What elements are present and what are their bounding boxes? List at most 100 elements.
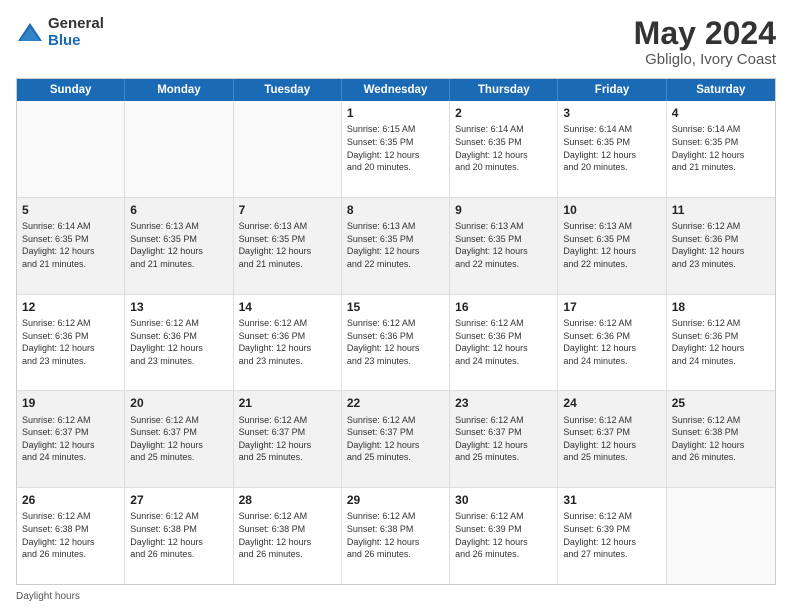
- day-number: 24: [563, 395, 660, 411]
- day-number: 12: [22, 299, 119, 315]
- day-info: Sunrise: 6:12 AM Sunset: 6:36 PM Dayligh…: [672, 220, 770, 270]
- calendar-cell: 30Sunrise: 6:12 AM Sunset: 6:39 PM Dayli…: [450, 488, 558, 584]
- calendar-cell: 27 Sunrise: 6:12 AM Sunset: 6:38 PM Dayli…: [125, 488, 233, 584]
- calendar-cell: 7 Sunrise: 6:13 AM Sunset: 6:35 PM Daylig…: [234, 198, 342, 294]
- calendar-cell: 9 Sunrise: 6:13 AM Sunset: 6:35 PM Daylig…: [450, 198, 558, 294]
- day-info: Sunrise: 6:12 AM Sunset: 6:37 PM Dayligh…: [239, 414, 336, 464]
- calendar-cell: [125, 101, 233, 197]
- weekday-header: Sunday: [17, 79, 125, 101]
- day-number: 16: [455, 299, 552, 315]
- day-number: 9: [455, 202, 552, 218]
- day-number: 13: [130, 299, 227, 315]
- day-info: Sunrise: 6:13 AM Sunset: 6:35 PM Dayligh…: [455, 220, 552, 270]
- calendar-cell: 15 Sunrise: 6:12 AM Sunset: 6:36 PM Dayli…: [342, 295, 450, 391]
- calendar-cell: [17, 101, 125, 197]
- day-info: Sunrise: 6:12 AM Sunset: 6:37 PM Dayligh…: [347, 414, 444, 464]
- calendar-row: 12 Sunrise: 6:12 AM Sunset: 6:36 PM Dayli…: [17, 294, 775, 391]
- calendar-cell: 11Sunrise: 6:12 AM Sunset: 6:36 PM Dayli…: [667, 198, 775, 294]
- calendar-cell: 14 Sunrise: 6:12 AM Sunset: 6:36 PM Dayli…: [234, 295, 342, 391]
- calendar-cell: 17 Sunrise: 6:12 AM Sunset: 6:36 PM Dayli…: [558, 295, 666, 391]
- day-number: 2: [455, 105, 552, 121]
- calendar-row: 1 Sunrise: 6:15 AM Sunset: 6:35 PM Daylig…: [17, 101, 775, 197]
- day-info: Sunrise: 6:14 AM Sunset: 6:35 PM Dayligh…: [672, 123, 770, 173]
- calendar-cell: 25Sunrise: 6:12 AM Sunset: 6:38 PM Dayli…: [667, 391, 775, 487]
- calendar-row: 26Sunrise: 6:12 AM Sunset: 6:38 PM Dayli…: [17, 487, 775, 584]
- day-number: 29: [347, 492, 444, 508]
- calendar-cell: 4 Sunrise: 6:14 AM Sunset: 6:35 PM Daylig…: [667, 101, 775, 197]
- calendar-cell: 28Sunrise: 6:12 AM Sunset: 6:38 PM Dayli…: [234, 488, 342, 584]
- calendar-cell: 23Sunrise: 6:12 AM Sunset: 6:37 PM Dayli…: [450, 391, 558, 487]
- day-info: Sunrise: 6:15 AM Sunset: 6:35 PM Dayligh…: [347, 123, 444, 173]
- day-number: 7: [239, 202, 336, 218]
- calendar-cell: 1 Sunrise: 6:15 AM Sunset: 6:35 PM Daylig…: [342, 101, 450, 197]
- calendar-cell: [667, 488, 775, 584]
- calendar-page: General Blue May 2024 Gbliglo, Ivory Coa…: [0, 0, 792, 612]
- day-info: Sunrise: 6:12 AM Sunset: 6:38 PM Dayligh…: [672, 414, 770, 464]
- day-number: 20: [130, 395, 227, 411]
- header: General Blue May 2024 Gbliglo, Ivory Coa…: [16, 16, 776, 68]
- day-info: Sunrise: 6:13 AM Sunset: 6:35 PM Dayligh…: [563, 220, 660, 270]
- weekday-header: Friday: [558, 79, 666, 101]
- day-info: Sunrise: 6:12 AM Sunset: 6:38 PM Dayligh…: [130, 510, 227, 560]
- day-info: Sunrise: 6:14 AM Sunset: 6:35 PM Dayligh…: [455, 123, 552, 173]
- day-info: Sunrise: 6:12 AM Sunset: 6:36 PM Dayligh…: [455, 317, 552, 367]
- weekday-header: Monday: [125, 79, 233, 101]
- calendar-cell: 5 Sunrise: 6:14 AM Sunset: 6:35 PM Daylig…: [17, 198, 125, 294]
- calendar-cell: 20 Sunrise: 6:12 AM Sunset: 6:37 PM Dayli…: [125, 391, 233, 487]
- day-number: 31: [563, 492, 660, 508]
- day-info: Sunrise: 6:12 AM Sunset: 6:36 PM Dayligh…: [347, 317, 444, 367]
- day-info: Sunrise: 6:12 AM Sunset: 6:36 PM Dayligh…: [130, 317, 227, 367]
- logo-general: General: [48, 16, 104, 33]
- footer-note: Daylight hours: [16, 591, 776, 602]
- calendar-cell: 22Sunrise: 6:12 AM Sunset: 6:37 PM Dayli…: [342, 391, 450, 487]
- day-number: 19: [22, 395, 119, 411]
- calendar-cell: 18 Sunrise: 6:12 AM Sunset: 6:36 PM Dayli…: [667, 295, 775, 391]
- calendar: SundayMondayTuesdayWednesdayThursdayFrid…: [16, 78, 776, 585]
- day-info: Sunrise: 6:12 AM Sunset: 6:36 PM Dayligh…: [239, 317, 336, 367]
- day-number: 21: [239, 395, 336, 411]
- logo-text: General Blue: [48, 16, 104, 49]
- calendar-cell: 3 Sunrise: 6:14 AM Sunset: 6:35 PM Daylig…: [558, 101, 666, 197]
- calendar-cell: 12 Sunrise: 6:12 AM Sunset: 6:36 PM Dayli…: [17, 295, 125, 391]
- day-number: 1: [347, 105, 444, 121]
- calendar-cell: 26Sunrise: 6:12 AM Sunset: 6:38 PM Dayli…: [17, 488, 125, 584]
- day-number: 4: [672, 105, 770, 121]
- calendar-body: 1 Sunrise: 6:15 AM Sunset: 6:35 PM Daylig…: [17, 101, 775, 584]
- calendar-cell: 2 Sunrise: 6:14 AM Sunset: 6:35 PM Daylig…: [450, 101, 558, 197]
- day-number: 15: [347, 299, 444, 315]
- day-info: Sunrise: 6:13 AM Sunset: 6:35 PM Dayligh…: [347, 220, 444, 270]
- day-info: Sunrise: 6:13 AM Sunset: 6:35 PM Dayligh…: [239, 220, 336, 270]
- day-number: 18: [672, 299, 770, 315]
- day-info: Sunrise: 6:12 AM Sunset: 6:36 PM Dayligh…: [672, 317, 770, 367]
- day-info: Sunrise: 6:14 AM Sunset: 6:35 PM Dayligh…: [563, 123, 660, 173]
- day-info: Sunrise: 6:12 AM Sunset: 6:38 PM Dayligh…: [239, 510, 336, 560]
- day-info: Sunrise: 6:14 AM Sunset: 6:35 PM Dayligh…: [22, 220, 119, 270]
- day-number: 14: [239, 299, 336, 315]
- title-block: May 2024 Gbliglo, Ivory Coast: [634, 16, 776, 68]
- weekday-header: Tuesday: [234, 79, 342, 101]
- day-info: Sunrise: 6:12 AM Sunset: 6:39 PM Dayligh…: [563, 510, 660, 560]
- day-number: 8: [347, 202, 444, 218]
- day-info: Sunrise: 6:12 AM Sunset: 6:36 PM Dayligh…: [22, 317, 119, 367]
- calendar-cell: 10 Sunrise: 6:13 AM Sunset: 6:35 PM Dayli…: [558, 198, 666, 294]
- title-location: Gbliglo, Ivory Coast: [634, 51, 776, 68]
- calendar-row: 5 Sunrise: 6:14 AM Sunset: 6:35 PM Daylig…: [17, 197, 775, 294]
- day-number: 3: [563, 105, 660, 121]
- day-info: Sunrise: 6:12 AM Sunset: 6:37 PM Dayligh…: [130, 414, 227, 464]
- calendar-cell: 16 Sunrise: 6:12 AM Sunset: 6:36 PM Dayli…: [450, 295, 558, 391]
- day-number: 27: [130, 492, 227, 508]
- title-month: May 2024: [634, 16, 776, 51]
- weekday-header: Saturday: [667, 79, 775, 101]
- day-number: 17: [563, 299, 660, 315]
- calendar-cell: 24Sunrise: 6:12 AM Sunset: 6:37 PM Dayli…: [558, 391, 666, 487]
- calendar-cell: 13 Sunrise: 6:12 AM Sunset: 6:36 PM Dayli…: [125, 295, 233, 391]
- day-info: Sunrise: 6:12 AM Sunset: 6:38 PM Dayligh…: [22, 510, 119, 560]
- day-number: 5: [22, 202, 119, 218]
- day-info: Sunrise: 6:12 AM Sunset: 6:37 PM Dayligh…: [22, 414, 119, 464]
- day-info: Sunrise: 6:12 AM Sunset: 6:36 PM Dayligh…: [563, 317, 660, 367]
- day-number: 10: [563, 202, 660, 218]
- calendar-row: 19 Sunrise: 6:12 AM Sunset: 6:37 PM Dayli…: [17, 390, 775, 487]
- logo: General Blue: [16, 16, 104, 49]
- day-number: 6: [130, 202, 227, 218]
- calendar-cell: 29Sunrise: 6:12 AM Sunset: 6:38 PM Dayli…: [342, 488, 450, 584]
